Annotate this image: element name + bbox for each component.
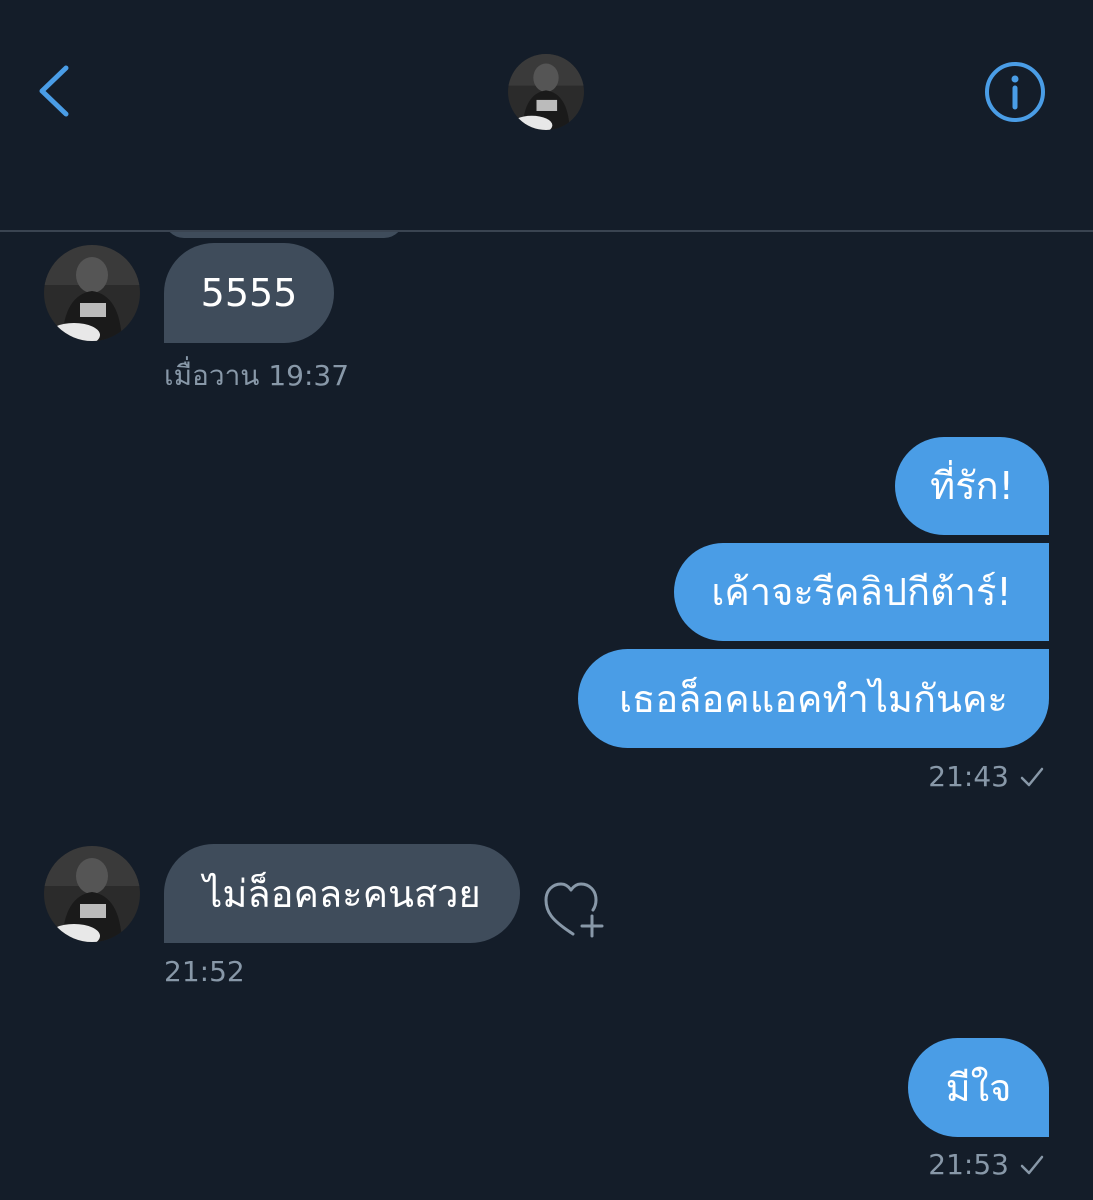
conversation-header	[0, 0, 1093, 232]
contact-avatar[interactable]	[44, 846, 140, 942]
incoming-message-bubble[interactable]: 5555	[164, 243, 334, 343]
back-button[interactable]	[30, 58, 90, 124]
header-avatar[interactable]	[508, 54, 584, 130]
message-text: ไม่ล็อคละคนสวย	[203, 871, 481, 916]
message-timestamp: 21:53	[928, 1148, 1009, 1181]
outgoing-message-bubble[interactable]: มีใจ	[908, 1038, 1049, 1137]
message-text: ที่รัก!	[930, 464, 1014, 508]
dm-conversation-screen: 5555 เมื่อวาน 19:37 ที่รัก! เค้าจะรีคลิป…	[0, 0, 1093, 1200]
checkmark-icon	[1020, 767, 1044, 786]
message-timestamp: เมื่อวาน 19:37	[164, 359, 350, 392]
chevron-left-icon	[39, 65, 69, 117]
message-status: 21:43	[928, 760, 1045, 793]
conversation-info-button[interactable]	[983, 60, 1047, 124]
message-status: 21:53	[928, 1148, 1045, 1181]
message-text: มีใจ	[945, 1065, 1012, 1110]
checkmark-icon	[1020, 1155, 1044, 1174]
incoming-message-bubble[interactable]: ไม่ล็อคละคนสวย	[164, 844, 520, 943]
outgoing-message-bubble[interactable]: เค้าจะรีคลิปกีต้าร์!	[674, 543, 1049, 641]
info-circle-icon	[985, 62, 1045, 122]
message-text: 5555	[200, 271, 298, 315]
outgoing-message-bubble[interactable]: ที่รัก!	[895, 437, 1049, 535]
outgoing-message-bubble[interactable]: เธอล็อคแอคทำไมกันคะ	[578, 649, 1049, 748]
contact-avatar[interactable]	[44, 245, 140, 341]
message-text: เค้าจะรีคลิปกีต้าร์!	[711, 570, 1012, 614]
add-reaction-button[interactable]	[540, 878, 612, 942]
message-text: เธอล็อคแอคทำไมกันคะ	[619, 676, 1008, 721]
heart-plus-icon	[544, 882, 604, 938]
message-timestamp: 21:43	[928, 760, 1009, 793]
message-timestamp: 21:52	[164, 955, 245, 988]
